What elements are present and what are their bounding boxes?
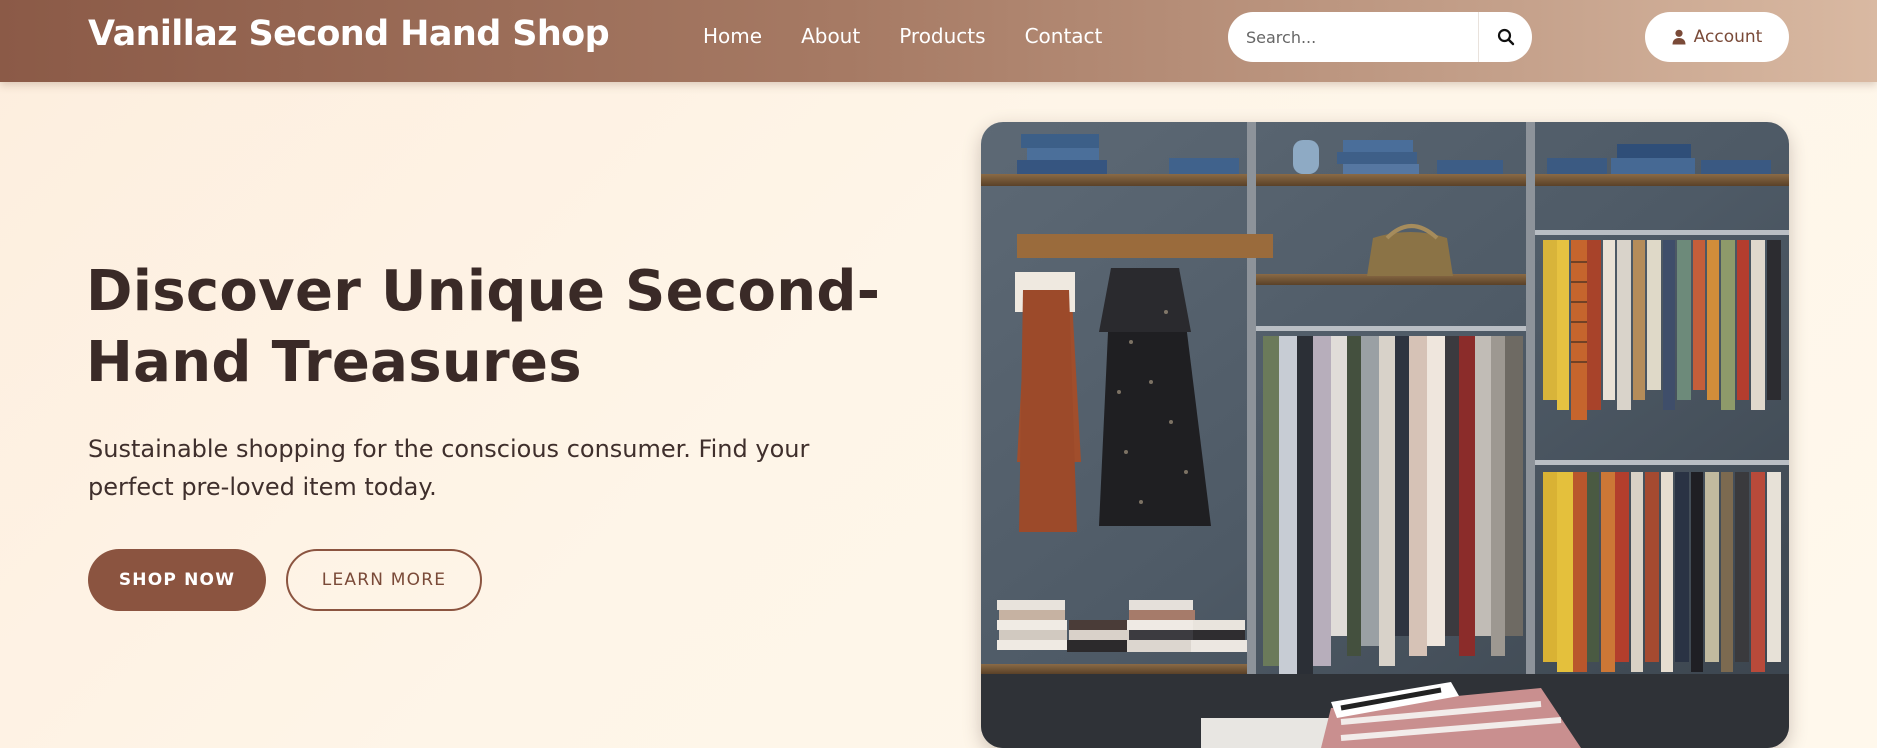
user-icon	[1672, 29, 1686, 45]
nav-link-contact[interactable]: Contact	[1025, 24, 1103, 48]
hero-title: Discover Unique Second-Hand Treasures	[86, 259, 881, 395]
top-navbar: Vanillaz Second Hand Shop Home About Pro…	[0, 0, 1877, 82]
search-icon	[1497, 28, 1514, 46]
search-button[interactable]	[1478, 12, 1532, 62]
main-nav: Home About Products Contact	[703, 24, 1141, 48]
nav-link-home[interactable]: Home	[703, 24, 762, 48]
search-box	[1228, 12, 1532, 62]
clothing-rack-photo	[981, 122, 1789, 748]
brand-logo-text[interactable]: Vanillaz Second Hand Shop	[88, 14, 610, 54]
nav-link-about[interactable]: About	[801, 24, 860, 48]
learn-more-button[interactable]: LEARN MORE	[286, 549, 482, 611]
account-label: Account	[1693, 27, 1763, 47]
nav-link-products[interactable]: Products	[899, 24, 985, 48]
account-button[interactable]: Account	[1645, 12, 1789, 62]
shop-now-button[interactable]: SHOP NOW	[88, 549, 266, 611]
search-input[interactable]	[1228, 12, 1478, 62]
hero-image	[981, 122, 1789, 748]
hero-subtitle: Sustainable shopping for the conscious c…	[88, 435, 810, 501]
